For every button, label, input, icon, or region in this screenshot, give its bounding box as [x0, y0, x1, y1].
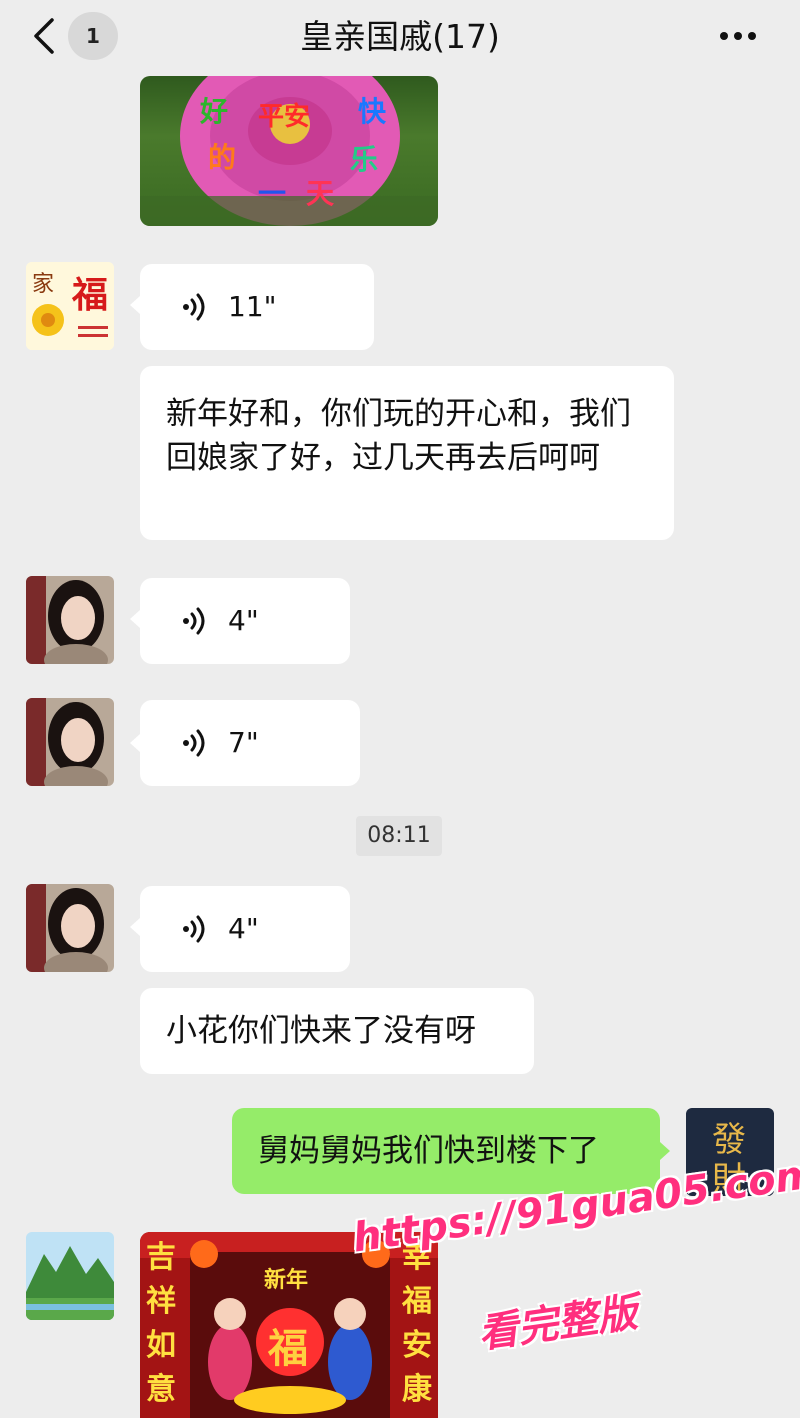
voice-duration: 11" [228, 290, 277, 323]
avatar-char: 福 [72, 274, 109, 316]
flower-overlay-text: 一 [258, 177, 287, 210]
landscape-avatar-image [26, 1232, 114, 1320]
flower-overlay-text: 好 [200, 95, 229, 128]
image-text: 安 [402, 1328, 432, 1363]
avatar[interactable] [26, 698, 114, 786]
image-text: 如 [146, 1328, 176, 1363]
chevron-left-icon [34, 18, 54, 54]
image-text: 祥 [146, 1284, 176, 1319]
chat-header: 1 皇亲国戚(17) [0, 0, 800, 76]
image-text: 吉 [146, 1240, 176, 1275]
bubble-tail [130, 734, 140, 752]
timestamp: 08:11 [356, 816, 442, 856]
flower-overlay-text: 平安 [258, 102, 311, 132]
text-message[interactable]: 小花你们快来了没有呀 [140, 988, 534, 1074]
bubble-tail [130, 918, 140, 936]
voice-duration: 4" [228, 912, 259, 945]
text-message[interactable]: 新年好和，你们玩的开心和，我们回娘家了好，过几天再去后呵呵 [140, 366, 674, 540]
voice-message[interactable]: 11" [140, 264, 374, 350]
image-left-column: 吉 祥 如 意 [146, 1236, 180, 1412]
avatar[interactable] [26, 1232, 114, 1320]
voice-duration: 4" [228, 604, 259, 637]
flower-overlay-text: 的 [208, 141, 237, 174]
bubble-tail [660, 1142, 670, 1160]
chat-title: 皇亲国戚(17) [300, 17, 500, 56]
unread-count-badge[interactable]: 1 [68, 12, 118, 60]
girl-avatar-image [26, 576, 114, 664]
bubble-tail [130, 296, 140, 314]
image-text: 康 [402, 1372, 432, 1407]
watermark-subtitle: 看完整版 [475, 1289, 641, 1358]
avatar-char: 家 [32, 272, 55, 297]
voice-duration: 7" [228, 726, 259, 759]
back-button[interactable] [26, 14, 66, 58]
voice-message[interactable]: 4" [140, 886, 350, 972]
image-text: 福 [402, 1284, 432, 1319]
voice-wave-icon [183, 607, 205, 635]
avatar[interactable] [26, 576, 114, 664]
image-text: 意 [146, 1372, 176, 1407]
more-options-button[interactable] [716, 22, 760, 50]
voice-wave-icon [183, 729, 205, 757]
message-text: 舅妈舅妈我们快到楼下了 [258, 1133, 599, 1169]
voice-message[interactable]: 7" [140, 700, 360, 786]
bubble-tail [130, 610, 140, 628]
avatar[interactable] [26, 884, 114, 972]
flower-overlay-text: 天 [306, 177, 335, 210]
girl-avatar-image [26, 698, 114, 786]
image-message-new-year[interactable]: 新年 福 吉 祥 如 意 幸 福 安 康 [140, 1232, 438, 1418]
girl-avatar-image [26, 884, 114, 972]
image-text: 福 [268, 1325, 308, 1372]
voice-wave-icon [183, 293, 205, 321]
flower-overlay-text: 乐 [350, 143, 379, 176]
image-right-column: 幸 福 安 康 [402, 1236, 436, 1412]
image-text: 新年 [264, 1268, 309, 1293]
flower-overlay-text: 快 [358, 95, 387, 128]
message-text: 小花你们快来了没有呀 [166, 1013, 476, 1049]
message-text: 新年好和，你们玩的开心和，我们回娘家了好，过几天再去后呵呵 [166, 396, 631, 476]
image-message-flower[interactable]: 好 的 快 乐 一 天 平安 [140, 76, 438, 226]
voice-message[interactable]: 4" [140, 578, 350, 664]
avatar[interactable]: 家 福 [26, 262, 114, 350]
voice-wave-icon [183, 915, 205, 943]
more-dots-icon [720, 32, 756, 40]
